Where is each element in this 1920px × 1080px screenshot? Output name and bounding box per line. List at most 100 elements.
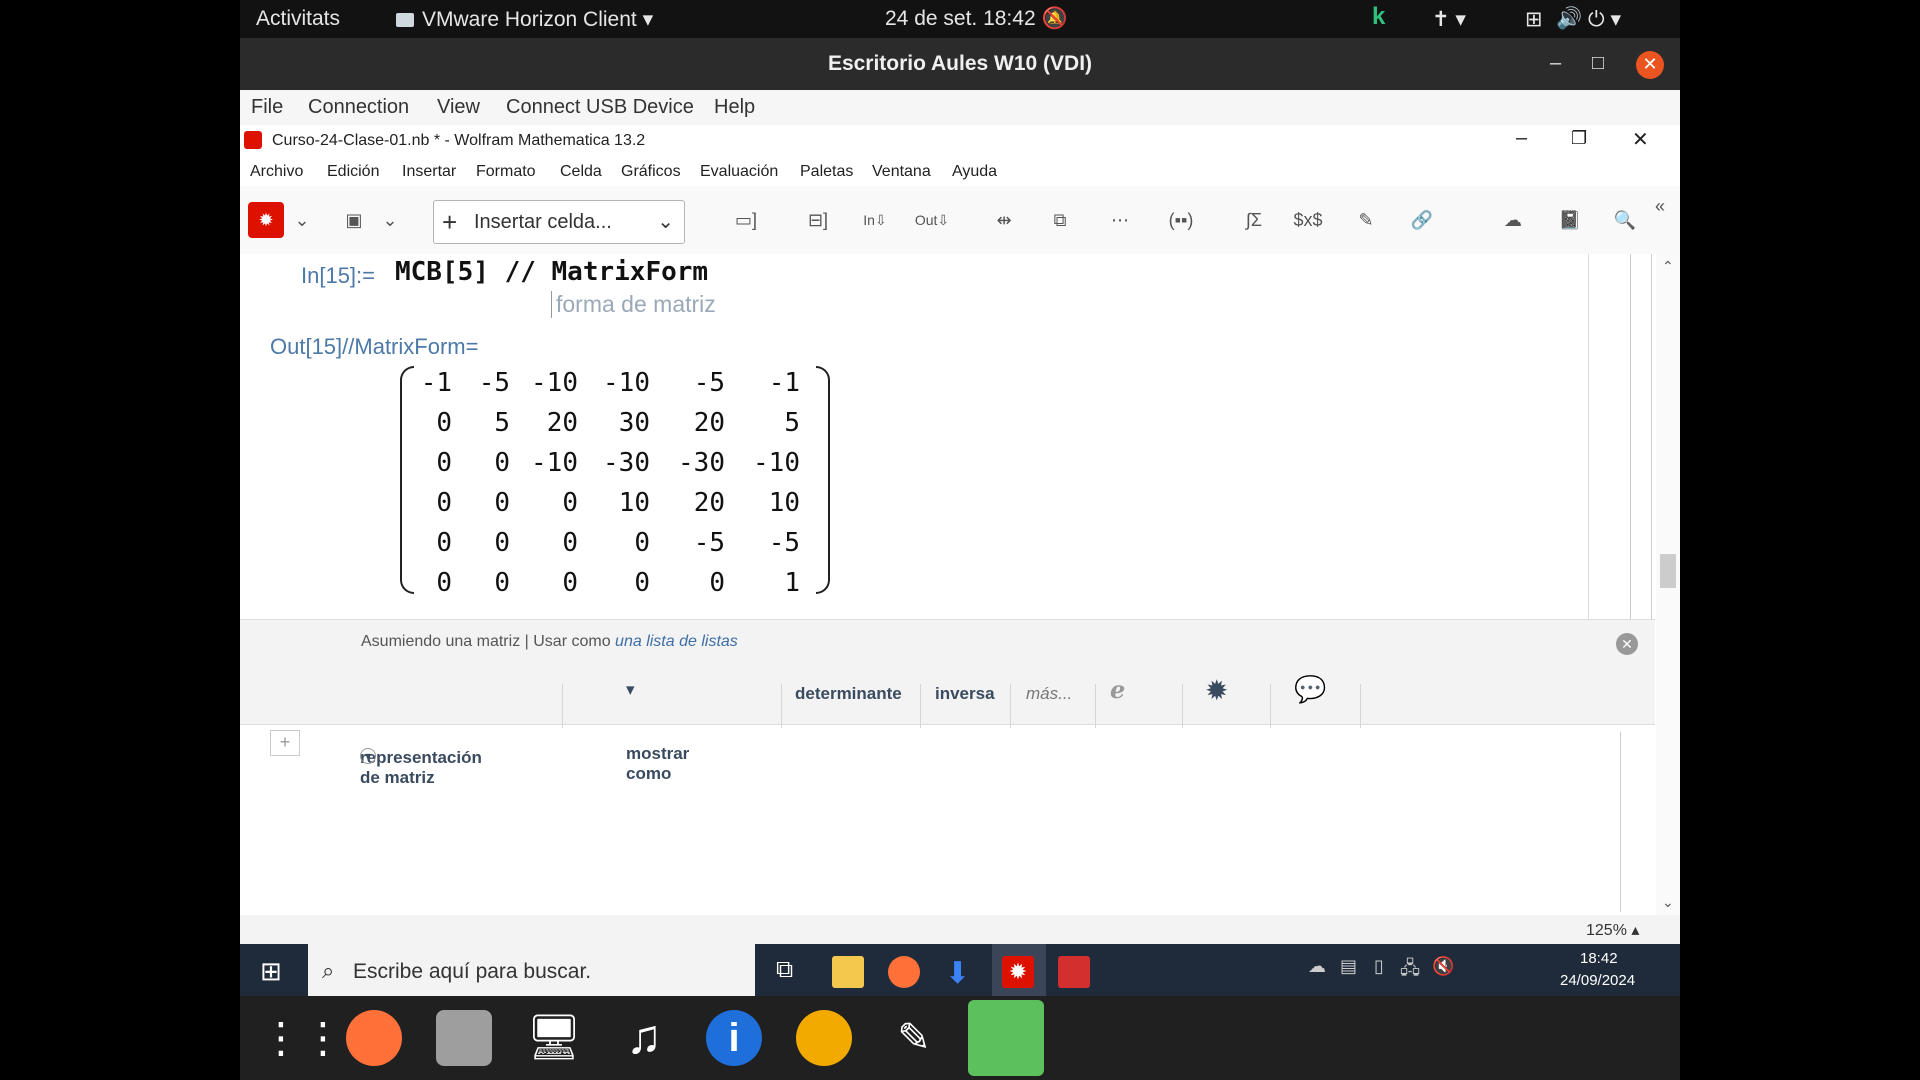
mathematica-taskbar-icon[interactable]: ✹ <box>1002 956 1034 988</box>
use-as-link[interactable]: una lista de listas <box>615 633 738 650</box>
mm-minimize-button[interactable]: – <box>1516 127 1527 150</box>
collapse-icon[interactable]: « <box>1650 188 1670 224</box>
windows-start-icon[interactable]: ⊞ <box>260 958 286 984</box>
clock[interactable]: 24 de set. 18:42 🔕 <box>885 7 1068 31</box>
suggest-assuming: Asumiendo una matriz | Usar como una lis… <box>361 633 738 650</box>
taskbar-date[interactable]: 24/09/2024 <box>1560 972 1635 989</box>
menu-help[interactable]: Help <box>714 96 755 119</box>
pen-icon[interactable]: ✎ <box>1348 202 1384 238</box>
matrix-cell: 0 <box>634 568 650 598</box>
split-cell-icon[interactable]: ⊟] <box>800 202 836 238</box>
download-icon[interactable]: ⬇ <box>945 956 977 990</box>
ellipsis-icon[interactable]: ⋯ <box>1102 202 1138 238</box>
vmware-tray-icon[interactable]: ▤ <box>1340 956 1372 988</box>
power-icon[interactable]: ⏻ ▾ <box>1588 7 1621 32</box>
menu-connection[interactable]: Connection <box>308 96 409 119</box>
matrix-cell: 0 <box>709 568 725 598</box>
determinant-button[interactable]: determinante <box>795 684 902 704</box>
mm-menu-paletas[interactable]: Paletas <box>800 163 853 181</box>
network-icon[interactable]: 🖧 <box>1400 956 1432 988</box>
minimize-button[interactable]: – <box>1550 52 1561 75</box>
menu-file[interactable]: File <box>251 96 283 119</box>
scroll-down-icon[interactable]: ⌄ <box>1662 894 1674 911</box>
mm-menu-ayuda[interactable]: Ayuda <box>952 163 997 181</box>
vmware-horizon-dock-icon[interactable] <box>968 1000 1044 1076</box>
mm-menu-graficos[interactable]: Gráficos <box>621 163 681 181</box>
chevron-down-icon[interactable]: ⌄ <box>292 202 312 238</box>
plus-icon: + <box>442 207 458 237</box>
onedrive-icon[interactable]: ☁ <box>1308 956 1340 988</box>
volume-icon[interactable]: 🔊 <box>1556 7 1582 31</box>
menu-connect-usb[interactable]: Connect USB Device <box>506 96 694 119</box>
mm-menu-formato[interactable]: Formato <box>476 163 536 181</box>
mm-menu-edicion[interactable]: Edición <box>327 163 379 181</box>
placeholder-icon[interactable]: (▪▪) <box>1158 202 1204 238</box>
cell-bracket-icon[interactable]: ▭] <box>728 202 764 238</box>
maximize-button[interactable]: □ <box>1592 52 1604 75</box>
show-apps-icon[interactable]: ⋮⋮ <box>260 1010 344 1066</box>
mm-close-button[interactable]: ✕ <box>1632 127 1649 152</box>
cau-icon[interactable] <box>796 1010 852 1066</box>
more-button[interactable]: más... <box>1026 684 1072 704</box>
mm-restore-button[interactable]: ❐ <box>1571 128 1587 149</box>
mm-menu-insertar[interactable]: Insertar <box>402 163 456 181</box>
out-cell-icon[interactable]: Out⇩ <box>912 202 952 238</box>
music-icon[interactable]: ♫ <box>616 1010 672 1066</box>
kde-connect-icon[interactable]: k <box>1372 3 1385 31</box>
network-icon[interactable]: ⊞ <box>1525 7 1543 32</box>
link-icon[interactable]: 🔗 <box>1404 202 1440 238</box>
vertical-scrollbar[interactable]: ⌃ ⌄ <box>1656 254 1680 915</box>
copy-icon[interactable]: ⧉ <box>1042 202 1078 238</box>
mm-menu-archivo[interactable]: Archivo <box>250 163 303 181</box>
vmware-titlebar: Escritorio Aules W10 (VDI) – □ ✕ <box>240 38 1680 90</box>
search-icon[interactable]: 🔍 <box>1607 202 1643 238</box>
mm-menu-ventana[interactable]: Ventana <box>872 163 931 181</box>
gnome-top-bar: Activitats VMware Horizon Client ▾ 24 de… <box>240 0 1680 38</box>
cloud-upload-icon[interactable]: ☁ <box>1493 202 1533 238</box>
screenshot-icon[interactable] <box>436 1010 492 1066</box>
notes-icon[interactable]: ✎ <box>886 1010 942 1066</box>
move-icon[interactable]: ⇹ <box>986 202 1022 238</box>
input-hint: forma de matriz <box>551 291 716 318</box>
taskbar-search[interactable]: ⌕ Escribe aquí para buscar. <box>308 944 755 1000</box>
accessibility-icon[interactable]: ✝ ▾ <box>1432 7 1466 32</box>
remote-desktop-icon[interactable]: 🖥 <box>526 1010 582 1066</box>
app-menu-label: VMware Horizon Client <box>422 8 637 31</box>
taskbar-time[interactable]: 18:42 <box>1580 950 1618 967</box>
mm-menu-celda[interactable]: Celda <box>560 163 602 181</box>
file-explorer-icon[interactable] <box>832 956 864 988</box>
matrix-cell: -5 <box>693 528 725 558</box>
add-cell-button[interactable]: + <box>270 730 300 756</box>
in-cell-icon[interactable]: In⇩ <box>855 202 895 238</box>
chevron-down-icon[interactable]: ⌄ <box>380 202 400 238</box>
input-label: In[15]:= <box>301 263 376 288</box>
task-view-icon[interactable]: ⧉ <box>776 956 808 988</box>
activities-button[interactable]: Activitats <box>256 7 340 31</box>
mm-menu-evaluacion[interactable]: Evaluación <box>700 163 778 181</box>
menu-view[interactable]: View <box>437 96 480 119</box>
acrobat-icon[interactable] <box>1058 956 1090 988</box>
input-code[interactable]: MCB[5] // MatrixForm <box>395 257 708 287</box>
scroll-up-icon[interactable]: ⌃ <box>1662 258 1674 275</box>
wolfram-gear-icon[interactable]: ✹ <box>1205 674 1228 707</box>
chat-icon[interactable]: 💬 <box>1294 674 1326 705</box>
stop-icon[interactable]: ▣ <box>336 202 372 238</box>
zoom-selector[interactable]: 125% ▴ <box>1586 920 1639 940</box>
firefox-icon[interactable] <box>888 956 920 988</box>
notebook-icon[interactable]: 📓 <box>1550 202 1590 238</box>
inverse-button[interactable]: inversa <box>935 684 995 704</box>
template-icon[interactable]: $x$ <box>1290 202 1326 238</box>
math-assistant-icon[interactable]: ∫Σ <box>1236 202 1272 238</box>
firefox-icon[interactable] <box>346 1010 402 1066</box>
scroll-thumb[interactable] <box>1660 554 1676 588</box>
insert-cell-dropdown[interactable]: + Insertar celda... ⌄ <box>433 200 685 244</box>
app-menu[interactable]: VMware Horizon Client ▾ <box>396 7 653 32</box>
close-button[interactable]: ✕ <box>1636 51 1664 79</box>
mute-icon[interactable]: 🔇 <box>1432 956 1464 988</box>
info-icon[interactable]: i <box>706 1010 762 1066</box>
group-bracket[interactable] <box>1630 254 1652 624</box>
swirl-icon[interactable]: ℯ <box>1110 676 1125 705</box>
show-as-button[interactable]: mostrar como ▾ <box>626 680 689 783</box>
wolfram-gear-icon[interactable]: ✹ <box>248 202 284 238</box>
close-suggestions-icon[interactable]: ✕ <box>1616 633 1638 655</box>
